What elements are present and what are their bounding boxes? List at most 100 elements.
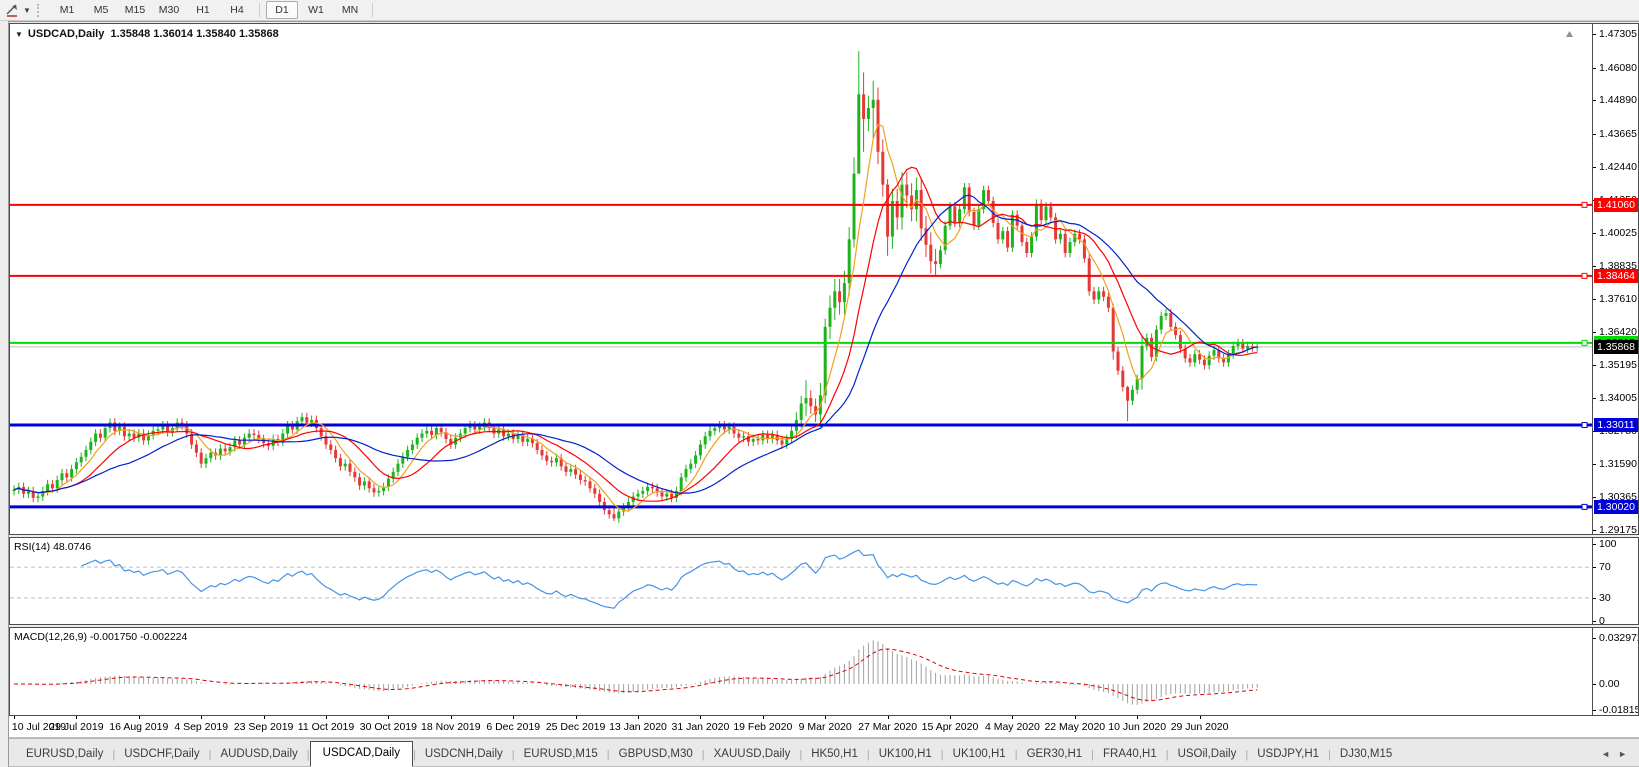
ohlc-open: 1.35848 xyxy=(110,28,151,40)
rsi-axis[interactable]: 100 70 30 0 xyxy=(1592,538,1638,625)
date-label: 23 Sep 2019 xyxy=(233,721,294,734)
date-label: 4 Sep 2019 xyxy=(174,721,229,734)
ma-mid-red xyxy=(13,166,1258,502)
timeframe-button-m30[interactable]: M30 xyxy=(153,1,185,19)
rsi-tick-mark xyxy=(1593,621,1596,623)
rsi-tick: 100 xyxy=(1599,538,1617,551)
date-label: 10 Jun 2020 xyxy=(1108,721,1167,734)
candlestick-canvas[interactable] xyxy=(10,24,1592,533)
toolbar-grip[interactable] xyxy=(37,3,43,17)
chart-tab-uk100-h1[interactable]: UK100,H1 xyxy=(944,743,1015,766)
macd-axis[interactable]: 0.032972 0.00 -0.018154 xyxy=(1592,628,1638,716)
macd-tick-mark xyxy=(1593,684,1596,686)
timeframe-buttons: M1 M5 M15 M30 H1 H4 D1 W1 MN xyxy=(50,1,378,19)
chart-tab-gbpusd-m30[interactable]: GBPUSD,M30 xyxy=(610,743,702,766)
timeframe-button-h1[interactable]: H1 xyxy=(187,1,219,19)
hline-handle xyxy=(1581,272,1588,279)
chart-tab-eurusd-daily[interactable]: EURUSD,Daily xyxy=(17,743,112,766)
chart-tab-fra40-h1[interactable]: FRA40,H1 xyxy=(1094,743,1166,766)
macd-label: MACD(12,26,9) -0.001750 -0.002224 xyxy=(14,631,188,644)
rsi-canvas[interactable] xyxy=(10,538,1592,622)
date-tick-mark xyxy=(450,716,452,720)
ohlc-low: 1.35840 xyxy=(196,28,236,40)
price-tick-mark xyxy=(1593,331,1596,333)
date-tick-mark xyxy=(1012,716,1014,720)
timeframe-button-m15[interactable]: M15 xyxy=(119,1,151,19)
price-tick-mark xyxy=(1593,463,1596,465)
date-tick-mark xyxy=(1074,716,1076,720)
date-label: 31 Jan 2020 xyxy=(671,721,730,734)
macd-canvas[interactable] xyxy=(10,628,1592,713)
price-tick-mark xyxy=(1593,497,1596,499)
rsi-panel: RSI(14) 48.0746 100 70 30 0 xyxy=(9,537,1639,626)
tool-dropdown-caret-icon[interactable]: ▼ xyxy=(21,6,33,15)
ohlc-high: 1.36014 xyxy=(153,28,194,40)
price-line-badge: 1.38464 xyxy=(1594,268,1638,283)
price-line-badge: 1.41060 xyxy=(1594,197,1638,212)
chart-tab-usdjpy-h1[interactable]: USDJPY,H1 xyxy=(1248,743,1328,766)
price-tick-mark xyxy=(1593,133,1596,135)
price-tick-mark xyxy=(1593,365,1596,367)
chart-tab-ger30-h1[interactable]: GER30,H1 xyxy=(1018,743,1092,766)
date-tick-mark xyxy=(762,716,764,720)
chart-tab-eurusd-m15[interactable]: EURUSD,M15 xyxy=(515,743,607,766)
date-tick-mark xyxy=(326,716,327,720)
rsi-plot[interactable]: RSI(14) 48.0746 xyxy=(10,538,1592,625)
rsi-tick-mark xyxy=(1593,598,1596,600)
timeframe-button-m1[interactable]: M1 xyxy=(51,1,83,19)
timeframe-button-d1[interactable]: D1 xyxy=(266,1,298,19)
chart-tab-usoil-daily[interactable]: USOil,Daily xyxy=(1169,743,1246,766)
date-tick-mark xyxy=(388,716,390,720)
tab-scroll-nav: ◄ ► xyxy=(1597,749,1631,759)
price-tick: 1.37610 xyxy=(1599,293,1637,306)
timeframe-button-h4[interactable]: H4 xyxy=(221,1,253,19)
price-tick-mark xyxy=(1593,530,1596,531)
macd-tick-mark xyxy=(1593,638,1596,639)
date-tick-mark xyxy=(575,716,577,720)
date-tick-mark xyxy=(825,716,827,720)
chart-tab-dj30-m15[interactable]: DJ30,M15 xyxy=(1331,743,1401,766)
date-axis[interactable]: 10 Jul 2019 29 Jul 2019 16 Aug 2019 4 Sep 2… xyxy=(9,716,1639,739)
price-tick: 1.44890 xyxy=(1599,94,1637,107)
ma-slow-blue xyxy=(13,194,1258,494)
macd-plot[interactable]: MACD(12,26,9) -0.001750 -0.002224 xyxy=(10,628,1592,716)
chart-tab-xauusd-daily[interactable]: XAUUSD,Daily xyxy=(705,743,800,766)
tab-scroll-right-icon[interactable]: ► xyxy=(1614,749,1631,759)
price-tick-mark xyxy=(1593,397,1596,399)
hline-handle xyxy=(1581,503,1588,510)
date-label: 29 Jun 2020 xyxy=(1170,721,1229,734)
date-tick-mark xyxy=(513,716,515,720)
price-tick: 1.46080 xyxy=(1599,61,1637,74)
timeframe-button-m5[interactable]: M5 xyxy=(85,1,117,19)
macd-signal-line xyxy=(14,648,1258,702)
macd-tick-mark xyxy=(1593,709,1596,711)
chart-tab-usdcad-daily[interactable]: USDCAD,Daily xyxy=(309,740,413,767)
date-label: 16 Aug 2019 xyxy=(109,721,169,734)
chart-tab-hk50-h1[interactable]: HK50,H1 xyxy=(802,743,867,766)
date-label: 29 Jul 2019 xyxy=(49,721,104,734)
chart-tab-audusd-daily[interactable]: AUDUSD,Daily xyxy=(211,743,306,766)
hline-handle xyxy=(1581,422,1588,429)
timeframe-button-w1[interactable]: W1 xyxy=(300,1,332,19)
chart-tab-bar: EURUSD,Daily | USDCHF,Daily | AUDUSD,Daily | U… xyxy=(9,738,1639,767)
chart-context-arrow-icon[interactable]: ▼ xyxy=(15,30,23,39)
tab-scroll-left-icon[interactable]: ◄ xyxy=(1597,749,1614,759)
date-label: 15 Apr 2020 xyxy=(921,721,979,734)
chart-tab-usdcnh-daily[interactable]: USDCNH,Daily xyxy=(416,743,512,766)
cursor-tool-icon[interactable] xyxy=(3,3,21,18)
candles-layer xyxy=(12,51,1259,523)
price-tick-mark xyxy=(1593,265,1596,267)
price-line-badge: 1.35868 xyxy=(1594,339,1638,354)
main-chart-plot[interactable]: ▼ USDCAD,Daily 1.35848 1.36014 1.35840 1… xyxy=(10,24,1592,535)
chart-tab-uk100-h1[interactable]: UK100,H1 xyxy=(870,743,941,766)
macd-tick: -0.018154 xyxy=(1599,703,1638,716)
date-label: 25 Dec 2019 xyxy=(545,721,606,734)
date-tick-mark xyxy=(887,716,889,720)
chart-symbol-label: USDCAD,Daily xyxy=(27,28,105,40)
hline-handle xyxy=(1581,201,1588,208)
date-label: 30 Oct 2019 xyxy=(359,721,417,734)
chart-tab-usdchf-daily[interactable]: USDCHF,Daily xyxy=(115,743,208,766)
price-axis[interactable]: 1.473051.460801.448901.436651.424401.412… xyxy=(1592,24,1638,535)
timeframe-button-mn[interactable]: MN xyxy=(334,1,366,19)
date-tick-mark xyxy=(638,716,639,720)
